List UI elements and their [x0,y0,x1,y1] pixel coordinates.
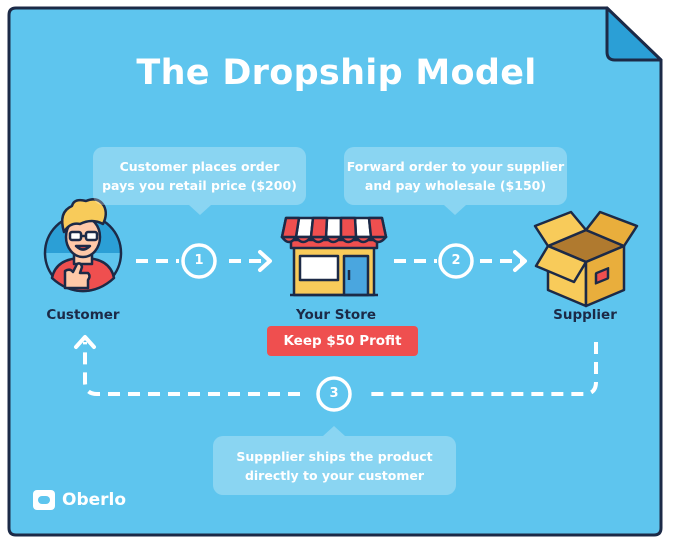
step-3-line-1: Suppplier ships the product [236,448,433,464]
store-label: Your Store [295,307,377,323]
bubble-tail [189,205,211,215]
step-2-line-1: Forward order to your supplier [346,159,565,174]
customer-label: Customer [46,307,120,323]
page-title: The Dropship Model [136,53,537,93]
brand: Oberlo [33,488,126,512]
step-2-bubble: Forward order to your supplier and pay w… [344,147,567,215]
dropship-infographic: The Dropship Model Customer places order… [0,0,673,543]
step-3-number: 3 [329,386,339,401]
step-1-number: 1 [194,253,204,268]
step-1-line-2: pays you retail price ($200) [102,178,297,193]
brand-name: Oberlo [62,490,127,510]
bubble-tail [323,426,345,436]
profit-badge: Keep $50 Profit [267,326,418,356]
step-3-bubble: Suppplier ships the product directly to … [213,426,456,495]
store-icon [280,216,388,297]
step-1-line-1: Customer places order [119,159,280,174]
bubble-tail [444,205,466,215]
step-1-bubble: Customer places order pays you retail pr… [93,147,306,215]
step-3-line-2: directly to your customer [244,467,425,483]
supplier-label: Supplier [553,307,617,323]
step-2-line-2: and pay wholesale ($150) [364,178,547,193]
step-2-number: 2 [451,253,461,268]
